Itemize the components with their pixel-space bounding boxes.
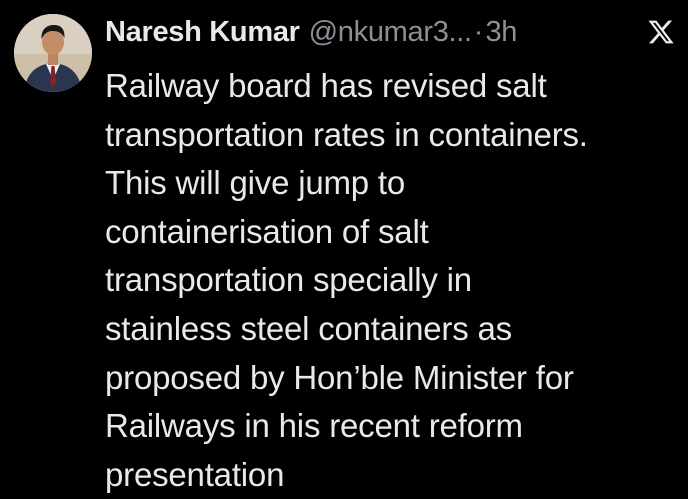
avatar-photo xyxy=(14,14,92,92)
timestamp[interactable]: 3h xyxy=(485,16,517,49)
tweet[interactable]: Naresh Kumar @nkumar3... · 3h Railway bo… xyxy=(0,0,688,499)
separator-dot: · xyxy=(473,15,484,48)
author-name[interactable]: Naresh Kumar xyxy=(105,16,300,49)
author-handle[interactable]: @nkumar3... xyxy=(309,16,472,49)
avatar[interactable] xyxy=(14,14,92,92)
tweet-text: Railway board has revised salt transport… xyxy=(105,67,588,493)
x-logo-glyph xyxy=(648,20,674,44)
x-logo-icon[interactable] xyxy=(647,18,675,46)
tweet-header: Naresh Kumar @nkumar3... · 3h xyxy=(105,12,675,52)
